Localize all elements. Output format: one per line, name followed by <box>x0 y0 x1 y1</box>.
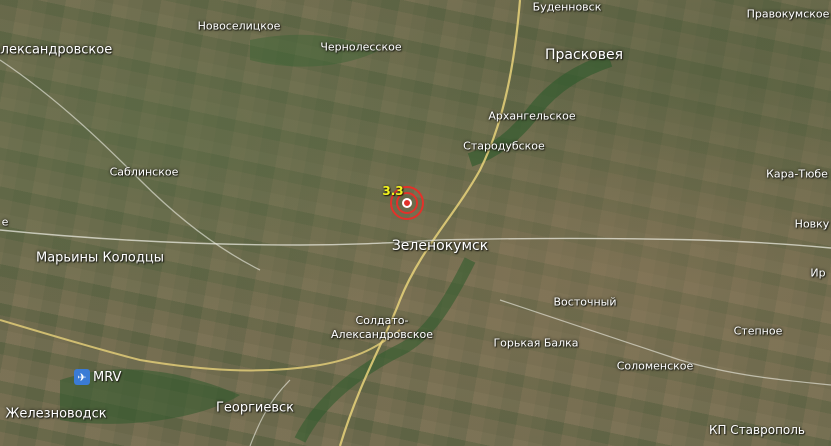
source-credit: КП Ставрополь <box>708 423 805 437</box>
place-label-kara-tyube: Кара-Тюбе <box>766 167 828 181</box>
airport-code: MRV <box>93 369 122 385</box>
place-label-pravokumskoe: Правокумское <box>746 7 830 21</box>
place-label-budennovsk: Буденновск <box>532 0 602 14</box>
earthquake-magnitude-label: 3.3 <box>382 184 404 198</box>
place-label-ir: Ир <box>810 266 826 280</box>
place-label-chernolesskoe: Чернолесское <box>320 40 402 54</box>
place-label-aleksandrovskoe: Александровское <box>0 42 113 58</box>
place-label-praskoveya: Прасковея <box>545 47 623 63</box>
place-label-georgievsk: Георгиевск <box>215 400 295 416</box>
satellite-map[interactable]: Буденновск Правокумское Новоселицкое Але… <box>0 0 831 446</box>
airport-marker[interactable]: ✈ MRV <box>72 369 125 385</box>
river-valley-south <box>294 257 476 443</box>
place-label-zheleznovodsk: Железноводск <box>5 406 107 422</box>
place-label-gorkaya-balka: Горькая Балка <box>493 336 579 350</box>
place-label-solomenskoe: Соломенское <box>616 359 694 373</box>
place-label-novoselitskoe: Новоселицкое <box>197 19 281 33</box>
place-label-zelenokumsk: Зеленокумск <box>391 238 489 254</box>
place-label-stepnoe: Степное <box>733 324 783 338</box>
airplane-icon: ✈ <box>74 369 90 385</box>
place-label-novkus: Новку <box>794 217 830 231</box>
road-main-ns <box>338 0 522 446</box>
place-label-edge: е <box>1 215 9 229</box>
place-label-sablinskoe: Саблинское <box>109 165 179 179</box>
place-label-starodubskoe: Стародубское <box>463 139 545 153</box>
place-label-vostochny: Восточный <box>553 295 617 309</box>
place-label-arkhangelskoe: Архангельское <box>488 109 576 123</box>
earthquake-epicenter-marker[interactable] <box>402 198 412 208</box>
place-label-maryiny-kolodtsy: Марьины Колодцы <box>36 250 164 266</box>
place-label-soldato-aleksandrovskoe: Солдато- Александровское <box>331 314 433 341</box>
